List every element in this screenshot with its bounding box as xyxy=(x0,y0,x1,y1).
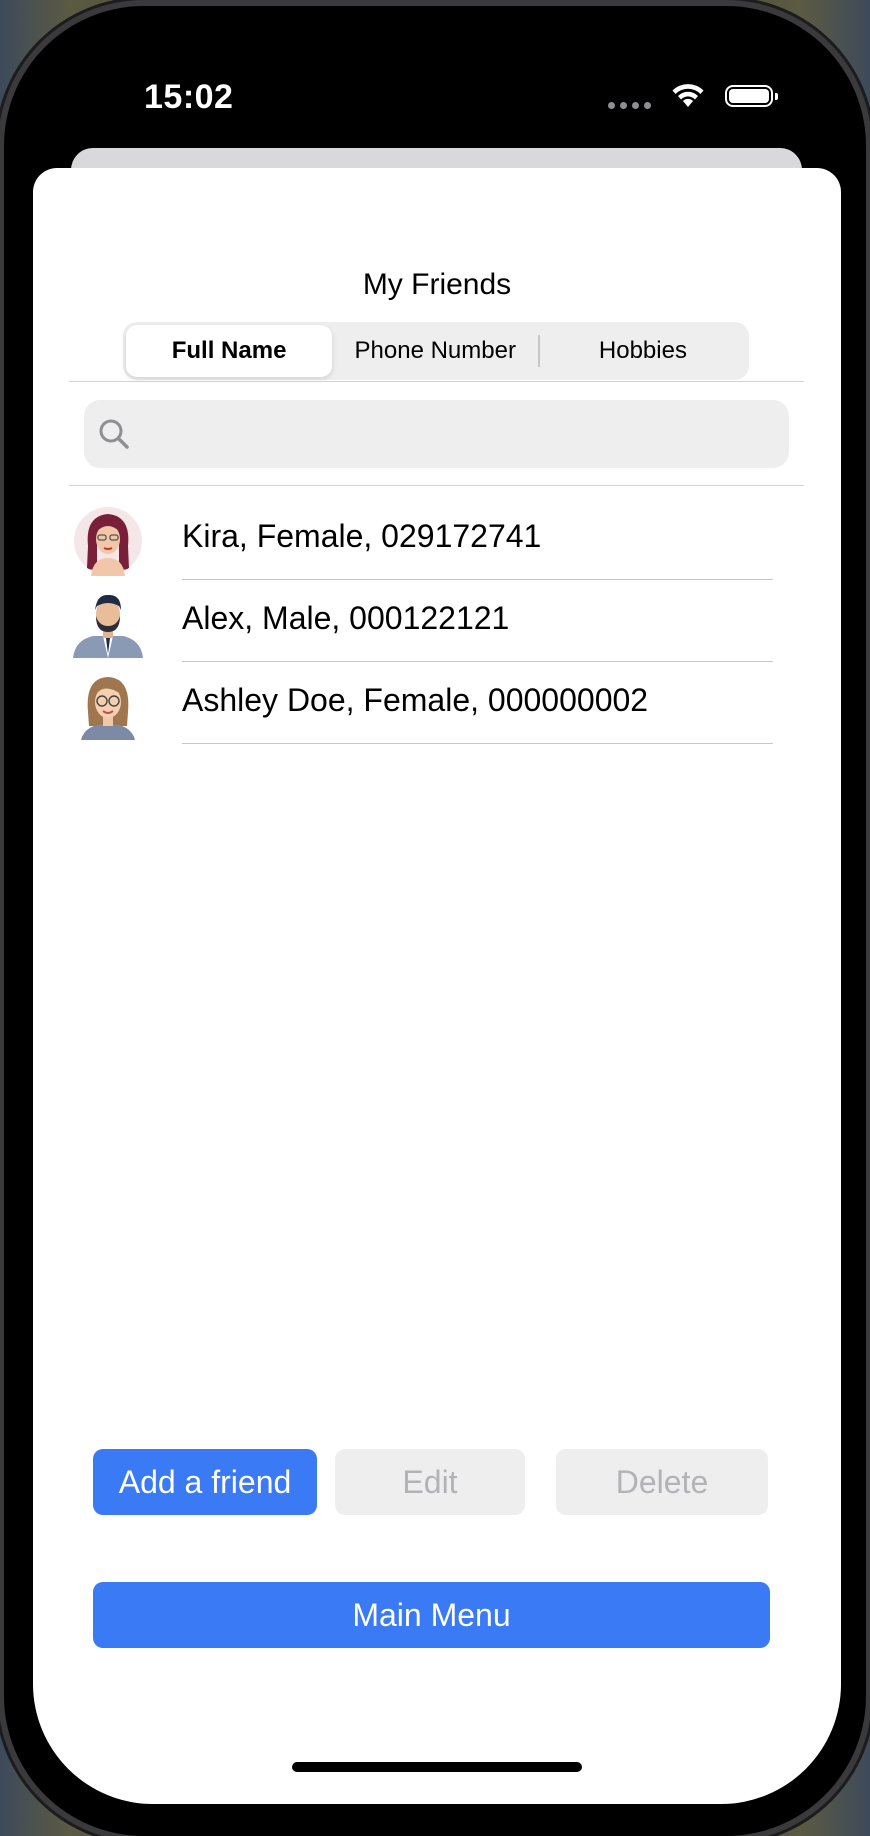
add-friend-button[interactable]: Add a friend xyxy=(93,1449,317,1515)
search-icon xyxy=(99,419,129,449)
friends-list: Kira, Female, 029172741 Alex, Male, 0001… xyxy=(33,498,841,744)
list-item[interactable]: Ashley Doe, Female, 000000002 xyxy=(33,662,841,744)
status-time: 15:02 xyxy=(144,78,234,116)
row-separator xyxy=(182,743,773,744)
divider xyxy=(69,485,804,486)
woman-red-hair-glasses-avatar xyxy=(74,507,142,576)
sort-segmented-control: Full Name Phone Number Hobbies xyxy=(123,322,749,380)
search-input[interactable] xyxy=(140,400,784,470)
segment-hobbies[interactable]: Hobbies xyxy=(540,325,746,377)
segment-phone-number[interactable]: Phone Number xyxy=(332,325,538,377)
wifi-icon xyxy=(672,83,704,107)
status-icons xyxy=(608,82,778,109)
man-beard-suit-avatar xyxy=(73,594,143,658)
page-title: My Friends xyxy=(362,268,512,301)
edit-button[interactable]: Edit xyxy=(335,1449,525,1515)
battery-icon xyxy=(725,84,778,107)
delete-button[interactable]: Delete xyxy=(556,1449,768,1515)
friend-name: Ashley Doe, Female, 000000002 xyxy=(182,682,649,718)
friend-name: Kira, Female, 029172741 xyxy=(182,518,542,554)
divider xyxy=(69,381,804,382)
cellular-signal-icon xyxy=(608,102,651,109)
friends-sheet: My Friends Full Name Phone Number Hobbie… xyxy=(33,168,841,1804)
search-bar[interactable] xyxy=(84,400,789,470)
list-item[interactable]: Kira, Female, 029172741 xyxy=(33,498,841,580)
home-indicator[interactable] xyxy=(292,1762,582,1772)
friend-name: Alex, Male, 000122121 xyxy=(182,600,510,636)
list-item[interactable]: Alex, Male, 000122121 xyxy=(33,580,841,662)
woman-brown-hair-glasses-avatar xyxy=(81,677,135,740)
segment-full-name[interactable]: Full Name xyxy=(126,325,333,377)
main-menu-button[interactable]: Main Menu xyxy=(93,1582,770,1648)
